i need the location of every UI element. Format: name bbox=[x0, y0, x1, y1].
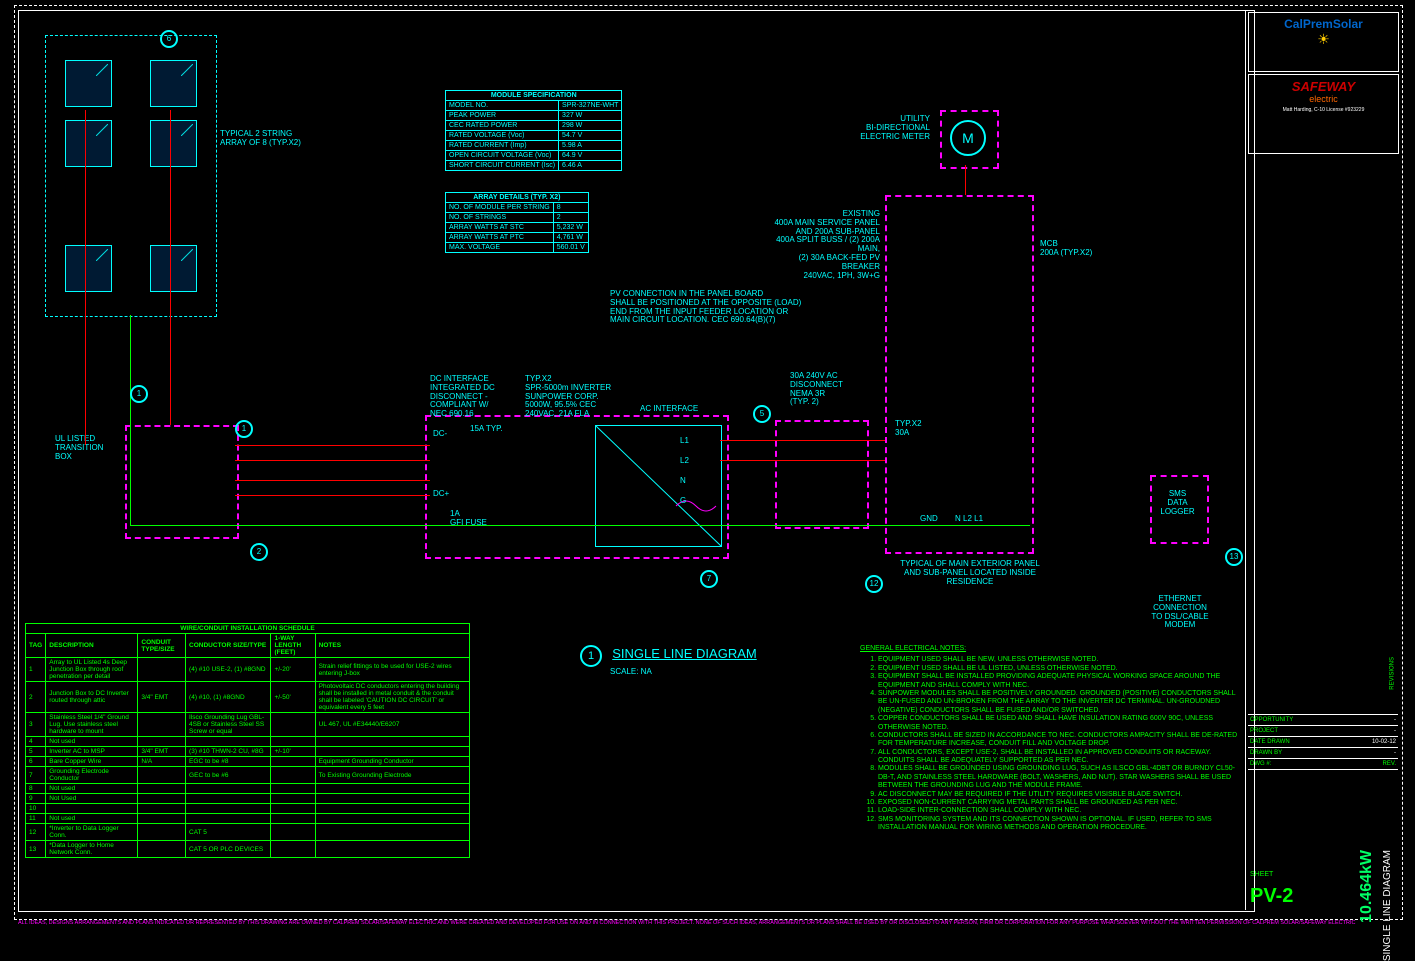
diagram-type-label: SINGLE LINE DIAGRAM bbox=[1382, 850, 1393, 961]
sheet-number: PV-2 bbox=[1250, 885, 1293, 908]
wire bbox=[235, 460, 430, 461]
sms-label: SMS DATA LOGGER bbox=[1155, 490, 1200, 516]
wire bbox=[235, 445, 430, 446]
n-label: N bbox=[680, 477, 686, 486]
wire bbox=[720, 440, 885, 441]
nl2l1-label: N L2 L1 bbox=[955, 515, 983, 524]
ethernet-label: ETHERNET CONNECTION TO DSL/CABLE MODEM bbox=[1145, 595, 1215, 630]
dc-plus-label: DC+ bbox=[433, 490, 449, 499]
array-box bbox=[45, 35, 217, 317]
callout-6: 6 bbox=[160, 30, 178, 48]
callout-13: 13 bbox=[1225, 548, 1243, 566]
mcb-label: MCB 200A (TYP.X2) bbox=[1040, 240, 1092, 258]
title-block: CalPremSolar☀ SAFEWAYelectricMatt Hardin… bbox=[1245, 10, 1401, 910]
fuse-label: 15A TYP. bbox=[470, 425, 503, 434]
l1-label: L1 bbox=[680, 437, 689, 446]
wire bbox=[85, 110, 86, 445]
title-block-fields: OPPORTUNITY- PROJECT- DATE DRAWN10-02-12… bbox=[1248, 714, 1398, 770]
system-size: 10.464kW bbox=[1358, 850, 1376, 923]
logo-calpremsolar: CalPremSolar☀ bbox=[1248, 12, 1399, 72]
callout-12: 12 bbox=[865, 575, 883, 593]
array-label: TYPICAL 2 STRING ARRAY OF 8 (TYP.X2) bbox=[220, 130, 301, 148]
l2-label: L2 bbox=[680, 457, 689, 466]
ac-interface-box bbox=[595, 425, 722, 547]
diagram-title: 1 SINGLE LINE DIAGRAM SCALE: NA bbox=[580, 645, 757, 676]
callout-1: 1 bbox=[235, 420, 253, 438]
gnd-label: GND bbox=[920, 515, 938, 524]
wire bbox=[965, 165, 966, 195]
wire bbox=[235, 495, 430, 496]
main-panel-box bbox=[885, 195, 1034, 554]
wire bbox=[235, 480, 430, 481]
revisions-label: REVISIONS bbox=[1390, 657, 1396, 690]
callout-2: 2 bbox=[250, 543, 268, 561]
dc-interface-label: DC INTERFACE INTEGRATED DC DISCONNECT - … bbox=[430, 375, 495, 419]
array-detail-table: ARRAY DETAILS (TYP. X2) NO. OF MODULE PE… bbox=[445, 192, 589, 253]
utility-label: UTILITY BI-DIRECTIONAL ELECTRIC METER bbox=[845, 115, 930, 141]
inverter-label: TYP.X2 SPR-5000m INVERTER SUNPOWER CORP.… bbox=[525, 375, 611, 419]
meter-symbol: M bbox=[950, 120, 986, 156]
panel-note: TYPICAL OF MAIN EXTERIOR PANEL AND SUB-P… bbox=[895, 560, 1045, 586]
logo-safeway: SAFEWAYelectricMatt Harding, C-10 Licens… bbox=[1248, 74, 1399, 154]
typ30a-label: TYP.X2 30A bbox=[895, 420, 922, 438]
callout-5: 5 bbox=[753, 405, 771, 423]
wire bbox=[170, 110, 171, 425]
callout-7: 7 bbox=[700, 570, 718, 588]
callout-1: 1 bbox=[130, 385, 148, 403]
wire-schedule: WIRE/CONDUIT INSTALLATION SCHEDULE TAGDE… bbox=[25, 623, 470, 858]
pv-conn-note: PV CONNECTION IN THE PANEL BOARD SHALL B… bbox=[610, 290, 801, 325]
transition-box bbox=[125, 425, 239, 539]
g-label: G bbox=[680, 497, 686, 506]
dc-minus-label: DC- bbox=[433, 430, 447, 439]
general-notes: GENERAL ELECTRICAL NOTES: EQUIPMENT USED… bbox=[860, 645, 1245, 833]
ac-interface-label: AC INTERFACE bbox=[640, 405, 698, 414]
ground-wire bbox=[130, 525, 1030, 526]
transformer-icon bbox=[596, 426, 721, 546]
transition-box-label: UL LISTED TRANSITION BOX bbox=[55, 435, 103, 461]
module-spec-table: MODULE SPECIFICATION MODEL NO.SPR-327NE-… bbox=[445, 90, 622, 171]
footer-disclaimer: ALL IDEAS, DESIGNS ARRANGEMENTS AND PLAN… bbox=[18, 920, 1398, 926]
sheet-label: SHEET bbox=[1250, 871, 1273, 878]
main-panel-label: EXISTING 400A MAIN SERVICE PANEL AND 200… bbox=[770, 210, 880, 280]
ac-disconnect-label: 30A 240V AC DISCONNECT NEMA 3R (TYP. 2) bbox=[790, 372, 843, 407]
drawing-canvas: CalPremSolar☀ SAFEWAYelectricMatt Hardin… bbox=[0, 0, 1415, 928]
ac-disconnect-box bbox=[775, 420, 869, 529]
wire bbox=[720, 460, 885, 461]
ground-wire bbox=[130, 315, 131, 525]
